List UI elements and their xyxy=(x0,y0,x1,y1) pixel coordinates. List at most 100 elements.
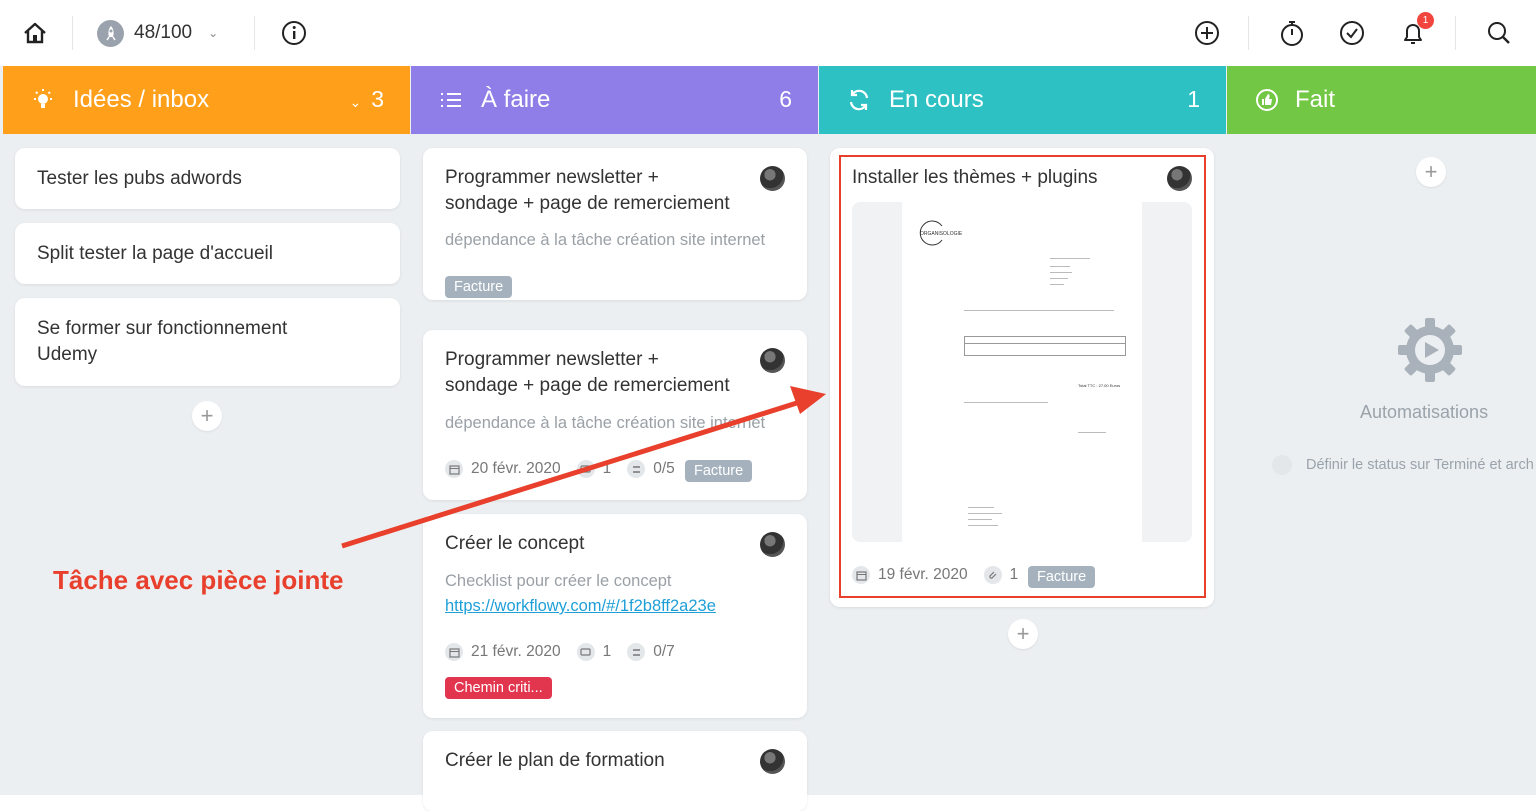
card-title: Créer le plan de formation xyxy=(445,750,665,771)
avatar[interactable] xyxy=(760,532,785,557)
text-line xyxy=(1050,266,1070,267)
text-line xyxy=(968,519,992,520)
add-card-button[interactable]: + xyxy=(192,401,222,431)
card-title: Split tester la page d'accueil xyxy=(37,243,273,264)
paperclip-icon xyxy=(983,566,1002,584)
column-title: Fait xyxy=(1295,86,1336,113)
automation-rule-text: Définir le status sur Terminé et arch xyxy=(1306,457,1534,473)
list-icon xyxy=(439,88,463,112)
attachment-preview[interactable]: ORGANISOLOGIE Total TTC : 27.00 Euros xyxy=(852,202,1192,542)
text-line xyxy=(1050,272,1072,273)
card-title: Tester les pubs adwords xyxy=(37,168,242,189)
card-title: Programmer newsletter + xyxy=(445,167,659,188)
card-title: Udemy xyxy=(37,344,98,365)
card-title: Se former sur fonctionnement xyxy=(37,318,288,339)
card-meta: 21 févr. 2020 1 0/7 xyxy=(445,643,675,661)
card-title: Installer les thèmes + plugins xyxy=(852,167,1098,188)
avatar[interactable] xyxy=(760,166,785,191)
text-line xyxy=(1050,284,1064,285)
score-selector[interactable]: 48/100 ⌄ xyxy=(97,18,218,48)
tag-label[interactable]: Facture xyxy=(1028,566,1096,588)
task-card[interactable]: Split tester la page d'accueil xyxy=(15,223,400,284)
comment-icon xyxy=(576,460,595,478)
task-card[interactable]: Tester les pubs adwords xyxy=(15,148,400,209)
due-date: 21 févr. 2020 xyxy=(471,643,561,660)
tag-label[interactable]: Facture xyxy=(685,460,753,482)
column-header-todo[interactable]: À faire 6 xyxy=(411,66,818,134)
automation-gear-icon[interactable] xyxy=(1396,316,1464,384)
column-header-inbox[interactable]: Idées / inbox ⌄ 3 xyxy=(3,66,410,134)
text-line xyxy=(964,402,1048,403)
task-card[interactable]: Créer le concept Checklist pour créer le… xyxy=(423,514,807,718)
task-card[interactable]: Programmer newsletter + sondage + page d… xyxy=(423,148,807,300)
text-line xyxy=(1050,278,1068,279)
notification-badge: 1 xyxy=(1417,12,1434,29)
text-line xyxy=(968,525,998,526)
invoice-table xyxy=(964,336,1126,356)
add-card-button[interactable]: + xyxy=(1416,157,1446,187)
add-icon[interactable] xyxy=(1192,18,1222,48)
avatar[interactable] xyxy=(760,348,785,373)
card-description: dépendance à la tâche création site inte… xyxy=(445,231,766,249)
kanban-board: Idées / inbox ⌄ 3 À faire 6 En cours 1 Fa… xyxy=(0,66,1536,811)
task-card[interactable]: Programmer newsletter + sondage + page d… xyxy=(423,330,807,500)
lightbulb-icon xyxy=(31,88,55,112)
text-line xyxy=(1050,258,1090,259)
column-count: 1 xyxy=(1187,86,1200,112)
info-icon[interactable] xyxy=(281,20,307,51)
column-count: ⌄ 3 xyxy=(349,86,384,113)
text-line xyxy=(964,310,1114,311)
top-bar: 48/100 ⌄ 1 xyxy=(0,0,1536,66)
timer-icon[interactable] xyxy=(1277,18,1307,48)
rocket-icon xyxy=(97,19,124,47)
chevron-down-icon[interactable]: ⌄ xyxy=(349,94,361,110)
card-title: sondage + page de remerciement xyxy=(445,375,730,396)
invoice-logo-text: ORGANISOLOGIE xyxy=(920,231,963,237)
due-date: 19 févr. 2020 xyxy=(878,566,968,583)
comment-icon xyxy=(576,643,595,661)
avatar[interactable] xyxy=(760,749,785,774)
checklist-progress: 0/5 xyxy=(653,460,675,477)
comment-count: 1 xyxy=(602,643,612,660)
text-line xyxy=(968,513,1002,514)
task-card-with-attachment[interactable]: Installer les thèmes + plugins ORGANISOL… xyxy=(830,148,1214,607)
search-icon[interactable] xyxy=(1484,18,1514,48)
card-meta: 20 févr. 2020 1 0/5 xyxy=(445,460,675,478)
column-count: 6 xyxy=(779,86,792,112)
comment-count: 1 xyxy=(602,460,612,477)
column-header-in-progress[interactable]: En cours 1 xyxy=(819,66,1226,134)
add-card-button[interactable]: + xyxy=(1008,619,1038,649)
invoice-total: Total TTC : 27.00 Euros xyxy=(1078,383,1121,388)
checklist-progress: 0/7 xyxy=(653,643,675,660)
text-line xyxy=(968,507,994,508)
home-icon[interactable] xyxy=(20,18,50,48)
refresh-icon xyxy=(847,88,871,112)
card-title: sondage + page de remerciement xyxy=(445,193,730,214)
automation-rule[interactable]: Définir le status sur Terminé et arch xyxy=(1272,455,1534,475)
calendar-icon xyxy=(445,643,463,661)
task-card[interactable]: Créer le plan de formation xyxy=(423,731,807,811)
avatar[interactable] xyxy=(1167,166,1192,191)
divider xyxy=(254,16,255,50)
column-count-value: 3 xyxy=(371,86,384,112)
checklist-icon xyxy=(627,643,646,661)
card-description: dépendance à la tâche création site inte… xyxy=(445,414,766,432)
tag-label[interactable]: Chemin criti... xyxy=(445,677,552,699)
card-title: Créer le concept xyxy=(445,533,585,554)
column-header-done[interactable]: Fait xyxy=(1227,66,1536,134)
automations-label[interactable]: Automatisations xyxy=(1360,402,1488,423)
check-circle-icon[interactable] xyxy=(1337,18,1367,48)
card-title: Programmer newsletter + xyxy=(445,349,659,370)
task-card[interactable]: Se former sur fonctionnement Udemy xyxy=(15,298,400,386)
card-link[interactable]: https://workflowy.com/#/1f2b8ff2a23e xyxy=(445,597,716,616)
score-value: 48/100 xyxy=(134,22,193,43)
divider xyxy=(1455,16,1456,50)
chevron-down-icon: ⌄ xyxy=(208,26,219,40)
tag-label[interactable]: Facture xyxy=(445,276,513,298)
divider xyxy=(1248,16,1249,50)
thumbs-up-icon xyxy=(1255,88,1279,112)
bell-icon[interactable]: 1 xyxy=(1398,12,1434,48)
column-title: À faire xyxy=(481,86,551,113)
column-title: En cours xyxy=(889,86,984,113)
due-date: 20 févr. 2020 xyxy=(471,460,561,477)
